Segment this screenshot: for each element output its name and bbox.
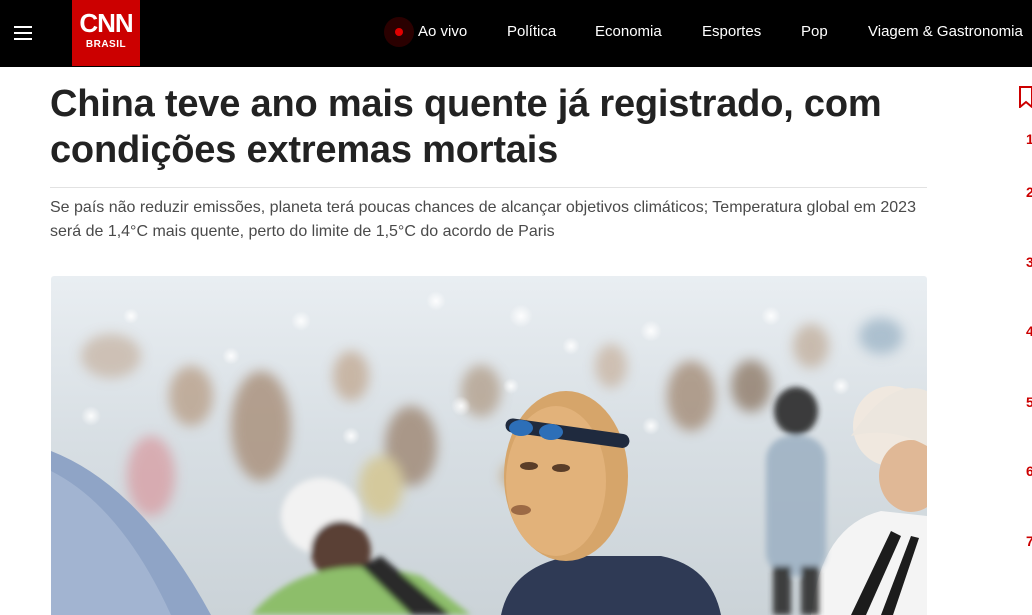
article-subtitle: Se país não reduzir emissões, planeta te…	[50, 199, 916, 240]
nav-item-politica[interactable]: Política	[507, 23, 556, 41]
rail-number[interactable]: 1	[1026, 131, 1032, 147]
nav-item-pop[interactable]: Pop	[801, 23, 828, 41]
bookmark-icon[interactable]	[1018, 86, 1032, 108]
rail-number[interactable]: 6	[1026, 463, 1032, 479]
cnn-brasil-logo[interactable]: CNN BRASIL	[72, 0, 140, 66]
rail-number[interactable]: 5	[1026, 394, 1032, 410]
title-divider	[50, 187, 927, 188]
logo-text: CNN	[79, 8, 133, 38]
hamburger-menu-icon[interactable]	[14, 22, 34, 44]
hero-image[interactable]	[51, 276, 927, 615]
top-nav: CNN BRASIL Ao vivo Política Economia Esp…	[0, 0, 1032, 67]
nav-item-economia[interactable]: Economia	[595, 23, 662, 41]
logo-subtext: BRASIL	[85, 39, 127, 50]
nav-item-ao-vivo[interactable]: Ao vivo	[418, 23, 467, 41]
live-dot-icon[interactable]	[384, 17, 414, 47]
nav-item-viagem-gastronomia[interactable]: Viagem & Gastronomia	[868, 23, 1023, 41]
rail-number[interactable]: 4	[1026, 323, 1032, 339]
rail-number[interactable]: 2	[1026, 184, 1032, 200]
nav-item-esportes[interactable]: Esportes	[702, 23, 761, 41]
article-title: China teve ano mais quente já registrado…	[50, 83, 882, 171]
rail-number[interactable]: 7	[1026, 533, 1032, 549]
rail-number[interactable]: 3	[1026, 254, 1032, 270]
